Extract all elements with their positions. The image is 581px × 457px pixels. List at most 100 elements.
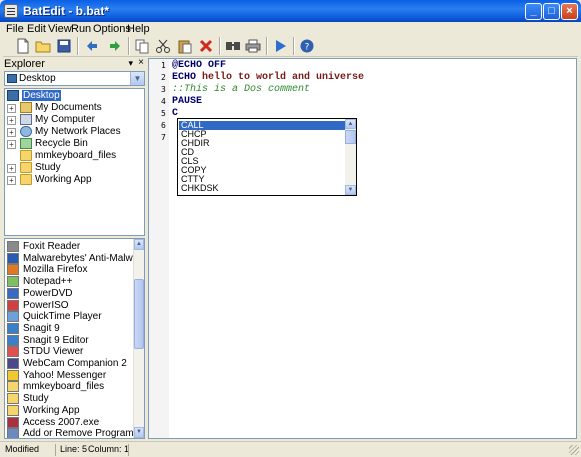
location-combo-value: Desktop xyxy=(19,73,56,84)
expand-icon[interactable]: + xyxy=(7,104,16,113)
program-list-scrollbar[interactable]: ▲ ▼ xyxy=(133,239,144,438)
expand-icon[interactable]: + xyxy=(7,128,16,137)
line-number: 2 xyxy=(161,73,166,82)
program-icon xyxy=(7,252,19,264)
program-icon xyxy=(7,322,19,334)
code-keyword: ECHO xyxy=(172,72,197,83)
program-icon xyxy=(7,369,19,381)
resize-grip-icon[interactable] xyxy=(569,445,579,455)
program-icon xyxy=(7,416,19,428)
tree-item-label: My Computer xyxy=(35,114,96,125)
close-button[interactable]: × xyxy=(561,3,578,20)
line-number: 4 xyxy=(161,97,166,106)
autocomplete-scrollbar[interactable]: ▲ ▼ xyxy=(345,119,356,195)
status-divider xyxy=(128,444,129,456)
network-places-icon xyxy=(20,126,32,137)
code-editor[interactable]: 1 2 3 4 5 6 7 @ECHO OFF ECHO hello to wo… xyxy=(148,58,577,439)
new-file-icon[interactable] xyxy=(15,38,31,54)
location-combo[interactable]: Desktop ▼ xyxy=(4,71,145,86)
tree-item-label: Desktop xyxy=(22,90,61,101)
program-label: STDU Viewer xyxy=(23,346,84,358)
code-string: hello to world and universe xyxy=(196,72,365,83)
app-icon xyxy=(4,4,18,18)
program-icon xyxy=(7,404,19,416)
menu-run[interactable]: Run xyxy=(71,23,91,35)
program-icon xyxy=(7,241,19,252)
program-label: Yahoo! Messenger xyxy=(23,369,107,381)
run-icon[interactable] xyxy=(272,38,288,54)
menu-help[interactable]: Help xyxy=(127,23,150,35)
scroll-up-icon[interactable]: ▲ xyxy=(134,239,144,250)
program-icon xyxy=(7,276,19,288)
folder-icon xyxy=(20,162,32,173)
menu-file[interactable]: File xyxy=(6,23,24,35)
line-number: 3 xyxy=(161,85,166,94)
program-label: Malwarebytes' Anti-Malware xyxy=(23,252,145,264)
cut-icon[interactable] xyxy=(155,38,171,54)
expand-icon[interactable]: + xyxy=(7,164,16,173)
scroll-thumb[interactable] xyxy=(134,279,144,349)
program-list[interactable]: Foxit Reader Malwarebytes' Anti-Malware Mo… xyxy=(4,238,145,439)
folder-tree[interactable]: Desktop + My Documents + My Computer + M… xyxy=(4,88,145,236)
chevron-down-icon[interactable]: ▼ xyxy=(130,72,144,85)
title-bar[interactable]: BatEdit - b.bat* _ □ × xyxy=(0,0,581,22)
line-number: 7 xyxy=(161,133,166,142)
pin-icon[interactable]: ▾ xyxy=(128,58,133,69)
undo-icon[interactable] xyxy=(84,38,100,54)
program-icon xyxy=(7,311,19,323)
delete-icon[interactable] xyxy=(198,38,214,54)
expand-icon[interactable]: + xyxy=(7,116,16,125)
toolbar-separator xyxy=(293,37,295,55)
program-icon xyxy=(7,428,19,438)
expand-icon[interactable]: + xyxy=(7,176,16,185)
copy-icon[interactable] xyxy=(134,38,150,54)
menu-edit[interactable]: Edit xyxy=(27,23,46,35)
program-label: mmkeyboard_files xyxy=(23,381,105,393)
tree-item-label: mmkeyboard_files xyxy=(35,150,117,161)
program-label: Snagit 9 Editor xyxy=(23,334,89,346)
status-line: Line: 5 xyxy=(60,444,88,454)
menu-options[interactable]: Options xyxy=(93,23,131,35)
tree-item-label: Study xyxy=(35,162,61,173)
scroll-down-icon[interactable]: ▼ xyxy=(345,185,356,195)
tree-item-label: Working App xyxy=(35,174,92,185)
expand-icon[interactable]: + xyxy=(7,140,16,149)
scroll-down-icon[interactable]: ▼ xyxy=(134,427,144,438)
menu-bar: File Edit View Run Options Help xyxy=(0,22,581,35)
maximize-button[interactable]: □ xyxy=(543,3,560,20)
toolbar: ? xyxy=(3,35,578,57)
tree-item-label: Recycle Bin xyxy=(35,138,88,149)
open-folder-icon[interactable] xyxy=(35,38,51,54)
redo-icon[interactable] xyxy=(107,38,123,54)
program-label: Notepad++ xyxy=(23,276,73,288)
program-label: Mozilla Firefox xyxy=(23,264,88,276)
program-icon xyxy=(7,287,19,299)
print-icon[interactable] xyxy=(245,38,261,54)
program-label: Snagit 9 xyxy=(23,322,60,334)
desktop-icon xyxy=(7,90,19,101)
find-icon[interactable] xyxy=(225,38,241,54)
my-documents-icon xyxy=(20,102,32,113)
code-line-2[interactable]: ECHO hello to world and universe xyxy=(172,72,364,83)
scroll-thumb[interactable] xyxy=(345,130,356,144)
line-number: 5 xyxy=(161,109,166,118)
menu-view[interactable]: View xyxy=(48,23,72,35)
toolbar-separator xyxy=(219,37,221,55)
help-icon[interactable]: ? xyxy=(299,38,315,54)
paste-icon[interactable] xyxy=(177,38,193,54)
tree-item-label: My Network Places xyxy=(35,126,121,137)
code-line-1[interactable]: @ECHO OFF xyxy=(172,60,226,71)
save-icon[interactable] xyxy=(56,38,72,54)
recycle-bin-icon xyxy=(20,138,32,149)
window-title: BatEdit - b.bat* xyxy=(23,4,109,18)
minimize-button[interactable]: _ xyxy=(525,3,542,20)
autocomplete-item[interactable]: CHKDSK xyxy=(181,184,219,193)
code-line-3[interactable]: ::This is a Dos comment xyxy=(172,84,310,95)
folder-icon xyxy=(20,174,32,185)
scroll-up-icon[interactable]: ▲ xyxy=(345,119,356,129)
program-label: PowerISO xyxy=(23,299,69,311)
status-bar: Modified Line: 5 Column: 1 xyxy=(0,441,581,457)
code-line-4[interactable]: PAUSE xyxy=(172,96,202,107)
autocomplete-list[interactable]: CALL CHCP CHDIR CD CLS COPY CTTY CHKDSK … xyxy=(177,118,357,196)
close-panel-icon[interactable]: × xyxy=(138,57,144,68)
